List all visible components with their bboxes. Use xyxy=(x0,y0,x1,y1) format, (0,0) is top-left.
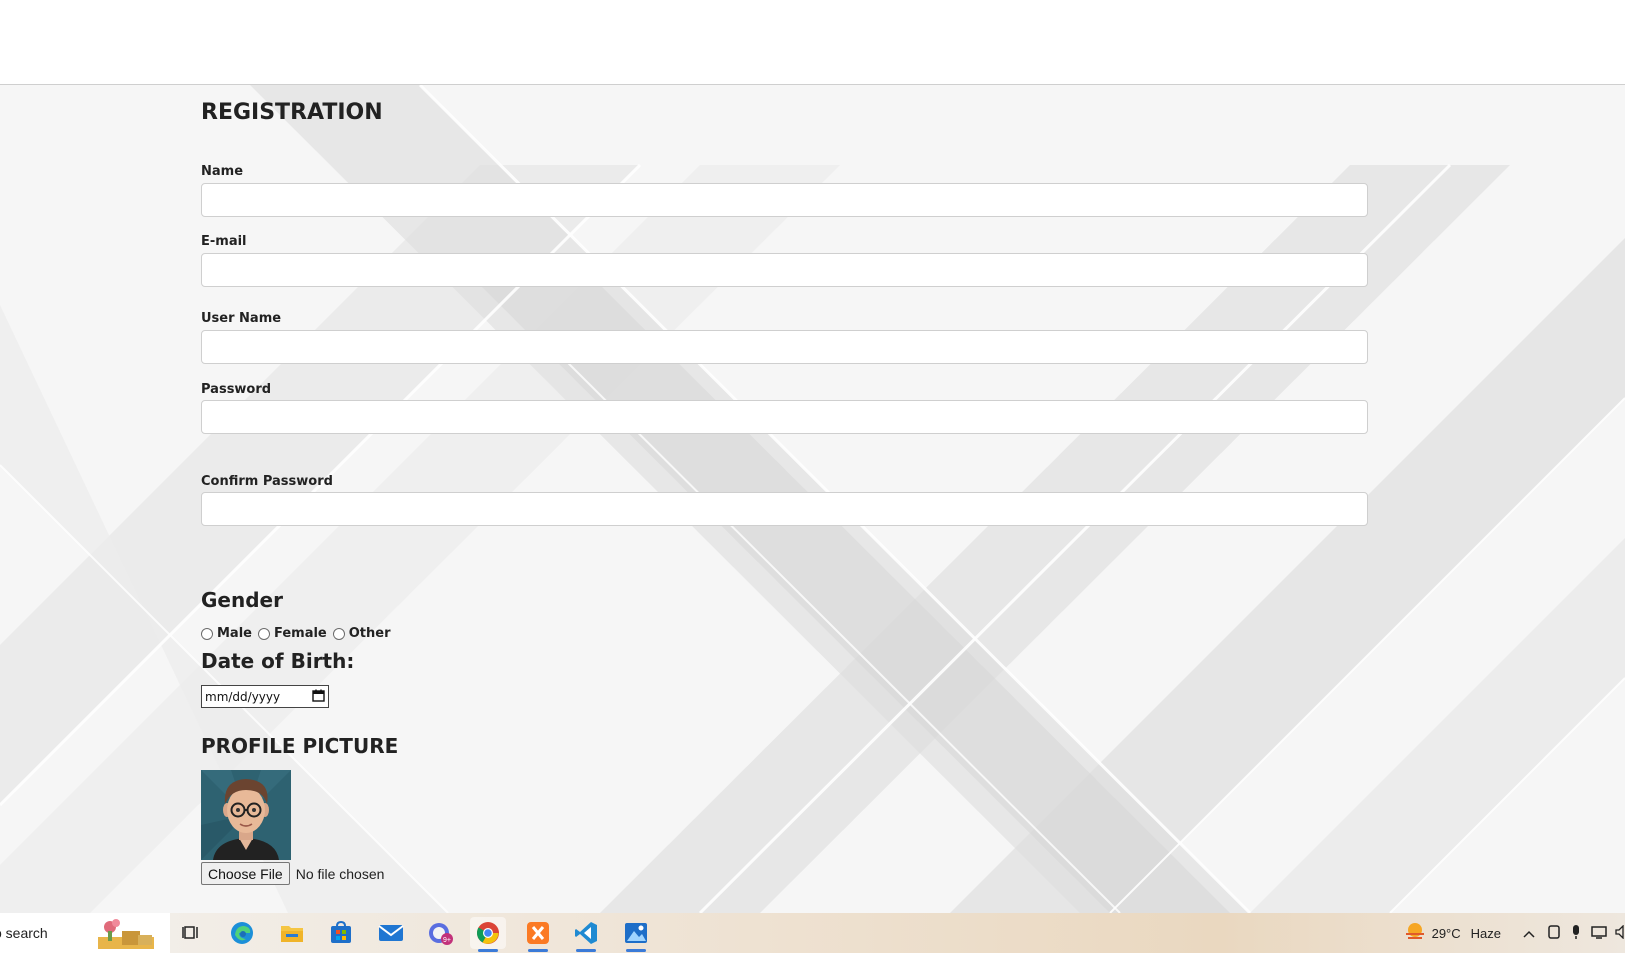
network-icon[interactable] xyxy=(1591,925,1609,942)
password-label: Password xyxy=(201,382,272,397)
taskbar-search-text: o search xyxy=(0,925,48,941)
file-explorer-icon[interactable] xyxy=(274,917,310,949)
gender-male-label: Male xyxy=(217,626,252,641)
dob-date-input[interactable]: mm/dd/yyyy xyxy=(201,685,329,708)
gender-other-label: Other xyxy=(348,626,391,641)
username-input[interactable] xyxy=(201,330,1368,364)
gender-male-radio[interactable] xyxy=(201,627,213,640)
system-tray: 29°C Haze xyxy=(1404,913,1625,953)
gender-options: Male Female Other xyxy=(201,626,397,641)
vscode-icon[interactable] xyxy=(568,917,604,952)
profile-picture-heading: PROFILE PICTURE xyxy=(201,734,399,758)
weather-status: Haze xyxy=(1470,925,1501,941)
xampp-icon[interactable] xyxy=(520,917,556,952)
svg-text:9+: 9+ xyxy=(443,937,451,944)
name-label: Name xyxy=(201,164,244,179)
confirm-password-input[interactable] xyxy=(201,492,1368,526)
volume-icon[interactable] xyxy=(1615,923,1625,942)
meet-now-icon[interactable] xyxy=(1547,924,1561,943)
gender-female-label: Female xyxy=(273,626,327,641)
chrome-icon[interactable] xyxy=(470,917,506,952)
form-title: REGISTRATION xyxy=(201,100,383,125)
task-view-icon[interactable] xyxy=(174,917,210,949)
chevron-up-icon[interactable] xyxy=(1523,926,1535,941)
dob-heading: Date of Birth: xyxy=(201,649,355,673)
widgets-icon[interactable] xyxy=(92,917,158,953)
username-label: User Name xyxy=(201,311,282,326)
email-label: E-mail xyxy=(201,234,247,249)
photos-icon[interactable] xyxy=(618,917,654,952)
name-input[interactable] xyxy=(201,183,1368,217)
microphone-icon[interactable] xyxy=(1571,924,1581,943)
taskbar-search-box[interactable]: o search xyxy=(0,913,170,953)
choose-file-button[interactable]: Choose File xyxy=(201,862,290,885)
copilot-icon[interactable]: 9+ xyxy=(422,917,458,949)
password-input[interactable] xyxy=(201,400,1368,434)
gender-female-radio[interactable] xyxy=(257,627,270,640)
weather-icon[interactable] xyxy=(1404,922,1426,945)
gender-other-radio[interactable] xyxy=(332,627,345,640)
confirm-password-label: Confirm Password xyxy=(201,474,333,489)
dob-placeholder: mm/dd/yyyy xyxy=(205,689,281,704)
taskbar: o search xyxy=(0,913,1625,953)
profile-avatar-image xyxy=(201,770,291,860)
file-status-text: No file chosen xyxy=(295,865,385,882)
profile-file-picker: Choose File No file chosen xyxy=(201,862,384,885)
browser-header-area xyxy=(0,0,1625,85)
store-icon[interactable] xyxy=(323,917,359,949)
email-input[interactable] xyxy=(201,253,1368,287)
gender-heading: Gender xyxy=(201,588,283,612)
weather-temp: 29°C xyxy=(1431,925,1461,941)
edge-icon[interactable] xyxy=(224,917,260,949)
calendar-icon[interactable] xyxy=(312,689,325,705)
mail-icon[interactable] xyxy=(373,917,409,949)
